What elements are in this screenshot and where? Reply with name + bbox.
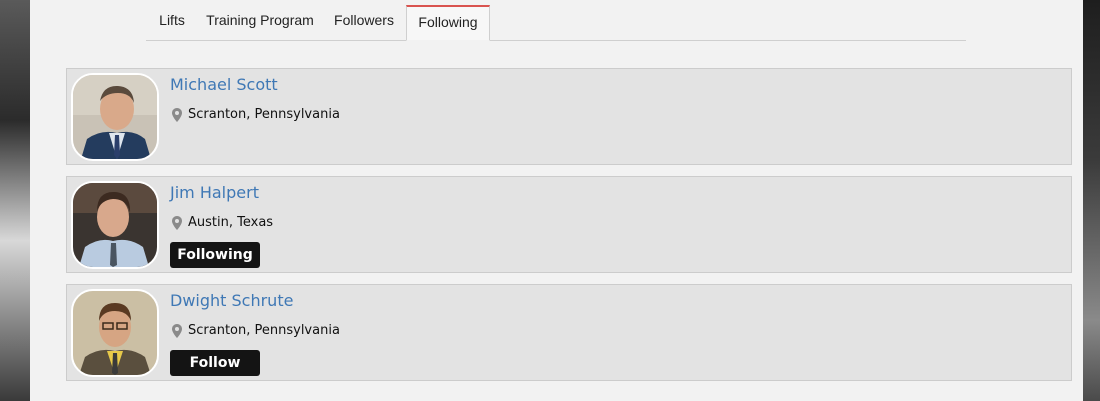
- background-photo-right: [1083, 0, 1100, 401]
- following-panel: Lifts Training Program Followers Followi…: [30, 0, 1083, 401]
- user-card: Jim Halpert Austin, Texas Following: [66, 176, 1072, 273]
- map-pin-icon: [172, 215, 182, 230]
- user-location: Austin, Texas: [172, 215, 273, 230]
- tab-lifts[interactable]: Lifts: [146, 0, 198, 40]
- avatar[interactable]: [71, 73, 159, 161]
- location-text: Austin, Texas: [188, 215, 274, 230]
- location-text: Scranton, Pennsylvania: [188, 107, 340, 122]
- user-card: Michael Scott Scranton, Pennsylvania: [66, 68, 1072, 165]
- tab-following[interactable]: Following: [406, 5, 490, 41]
- user-location: Scranton, Pennsylvania: [172, 323, 340, 338]
- profile-tabs: Lifts Training Program Followers Followi…: [146, 0, 966, 41]
- background-photo-left: [0, 0, 30, 401]
- tab-training-program[interactable]: Training Program: [198, 0, 322, 40]
- avatar[interactable]: [71, 181, 159, 269]
- user-name-link[interactable]: Dwight Schrute: [170, 291, 293, 310]
- following-button[interactable]: Following: [170, 242, 260, 268]
- avatar[interactable]: [71, 289, 159, 377]
- tab-followers[interactable]: Followers: [322, 0, 406, 40]
- user-location: Scranton, Pennsylvania: [172, 107, 340, 122]
- map-pin-icon: [172, 107, 182, 122]
- location-text: Scranton, Pennsylvania: [188, 323, 340, 338]
- user-card: Dwight Schrute Scranton, Pennsylvania Fo…: [66, 284, 1072, 381]
- user-name-link[interactable]: Jim Halpert: [170, 183, 259, 202]
- follow-button[interactable]: Follow: [170, 350, 260, 376]
- user-name-link[interactable]: Michael Scott: [170, 75, 278, 94]
- map-pin-icon: [172, 323, 182, 338]
